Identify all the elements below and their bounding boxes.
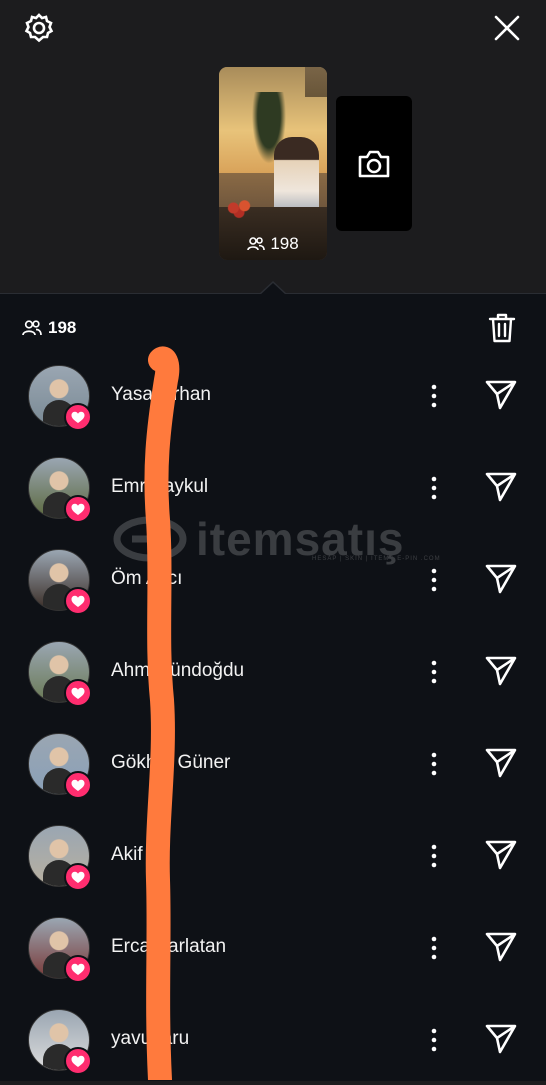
camera-icon: [358, 150, 390, 177]
avatar[interactable]: [28, 825, 92, 891]
more-options-icon[interactable]: [426, 1025, 442, 1055]
avatar[interactable]: [28, 641, 92, 707]
send-icon[interactable]: [484, 838, 518, 877]
send-icon[interactable]: [484, 746, 518, 785]
heart-icon: [64, 1047, 92, 1075]
viewer-row[interactable]: Ahm Gündoğdu: [0, 625, 546, 717]
trash-icon[interactable]: [487, 312, 517, 349]
heart-icon: [64, 495, 92, 523]
more-options-icon[interactable]: [426, 841, 442, 871]
avatar[interactable]: [28, 1009, 92, 1075]
send-icon[interactable]: [484, 562, 518, 601]
viewer-name[interactable]: Yasa Orhan: [111, 384, 211, 406]
more-options-icon[interactable]: [426, 381, 442, 411]
story-header: 198: [0, 0, 546, 293]
avatar[interactable]: [28, 365, 92, 431]
viewer-count: 198: [48, 318, 77, 337]
viewer-name[interactable]: Akif: [111, 844, 143, 866]
viewer-name[interactable]: Emr Baykul: [111, 476, 208, 498]
send-icon[interactable]: [484, 378, 518, 417]
viewer-row[interactable]: Gökh n Güner: [0, 717, 546, 809]
avatar[interactable]: [28, 549, 92, 615]
send-icon[interactable]: [484, 1022, 518, 1061]
sheet-caret-inner: [260, 283, 286, 295]
viewer-name[interactable]: Öm Avcı: [111, 568, 182, 590]
heart-icon: [64, 863, 92, 891]
story-thumbnail[interactable]: 198: [219, 67, 327, 260]
viewer-row[interactable]: Yasa Orhan: [0, 349, 546, 441]
avatar[interactable]: [28, 457, 92, 523]
heart-icon: [64, 679, 92, 707]
send-icon[interactable]: [484, 930, 518, 969]
story-viewer-count: 198: [270, 234, 299, 253]
watermark: itemsatış HESAP | SKIN | ITEM | E-PIN .C…: [112, 512, 440, 566]
watermark-subtext: HESAP | SKIN | ITEM | E-PIN .COM: [312, 556, 441, 562]
more-options-icon[interactable]: [426, 933, 442, 963]
viewers-icon: [247, 237, 266, 251]
heart-icon: [64, 403, 92, 431]
avatar[interactable]: [28, 733, 92, 799]
story-image-flowers: [225, 197, 253, 219]
viewer-name[interactable]: Erca Parlatan: [111, 936, 226, 958]
add-story-button[interactable]: [336, 96, 412, 231]
send-icon[interactable]: [484, 470, 518, 509]
viewer-row[interactable]: yavu taru: [0, 993, 546, 1085]
viewer-row[interactable]: Erca Parlatan: [0, 901, 546, 993]
heart-icon: [64, 587, 92, 615]
story-viewer-overlay: 198: [219, 234, 327, 254]
more-options-icon[interactable]: [426, 565, 442, 595]
avatar[interactable]: [28, 917, 92, 983]
viewer-name[interactable]: yavu taru: [111, 1028, 189, 1050]
more-options-icon[interactable]: [426, 749, 442, 779]
gear-icon[interactable]: [22, 11, 56, 45]
watermark-logo-icon: [113, 516, 187, 562]
viewer-name[interactable]: Gökh n Güner: [111, 752, 230, 774]
viewers-icon: [22, 320, 42, 336]
story-image-roof: [305, 67, 327, 97]
heart-icon: [64, 955, 92, 983]
close-icon[interactable]: [490, 11, 524, 45]
viewer-row[interactable]: Akif: [0, 809, 546, 901]
more-options-icon[interactable]: [426, 657, 442, 687]
viewer-count-row: 198: [22, 318, 76, 338]
viewer-name[interactable]: Ahm Gündoğdu: [111, 660, 244, 682]
more-options-icon[interactable]: [426, 473, 442, 503]
heart-icon: [64, 771, 92, 799]
send-icon[interactable]: [484, 654, 518, 693]
